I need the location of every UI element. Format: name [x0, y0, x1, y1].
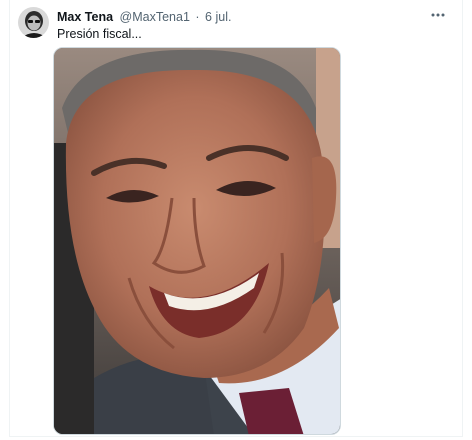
photo-image: [54, 48, 340, 434]
tweet-card[interactable]: Max Tena @MaxTena1 · 6 jul. Presión fisc…: [9, 0, 463, 437]
more-options-button[interactable]: [428, 8, 448, 22]
tweet-date[interactable]: 6 jul.: [205, 10, 231, 24]
avatar-image: [18, 7, 49, 38]
author-handle[interactable]: @MaxTena1: [120, 10, 190, 24]
author-name[interactable]: Max Tena: [57, 10, 113, 24]
avatar[interactable]: [18, 7, 49, 38]
tweet-header: Max Tena @MaxTena1 · 6 jul.: [57, 10, 231, 25]
tweet-text: Presión fiscal...: [57, 27, 142, 41]
tweet-photo[interactable]: [53, 47, 341, 435]
separator-dot: ·: [195, 10, 200, 24]
more-horizontal-icon: [431, 13, 445, 17]
